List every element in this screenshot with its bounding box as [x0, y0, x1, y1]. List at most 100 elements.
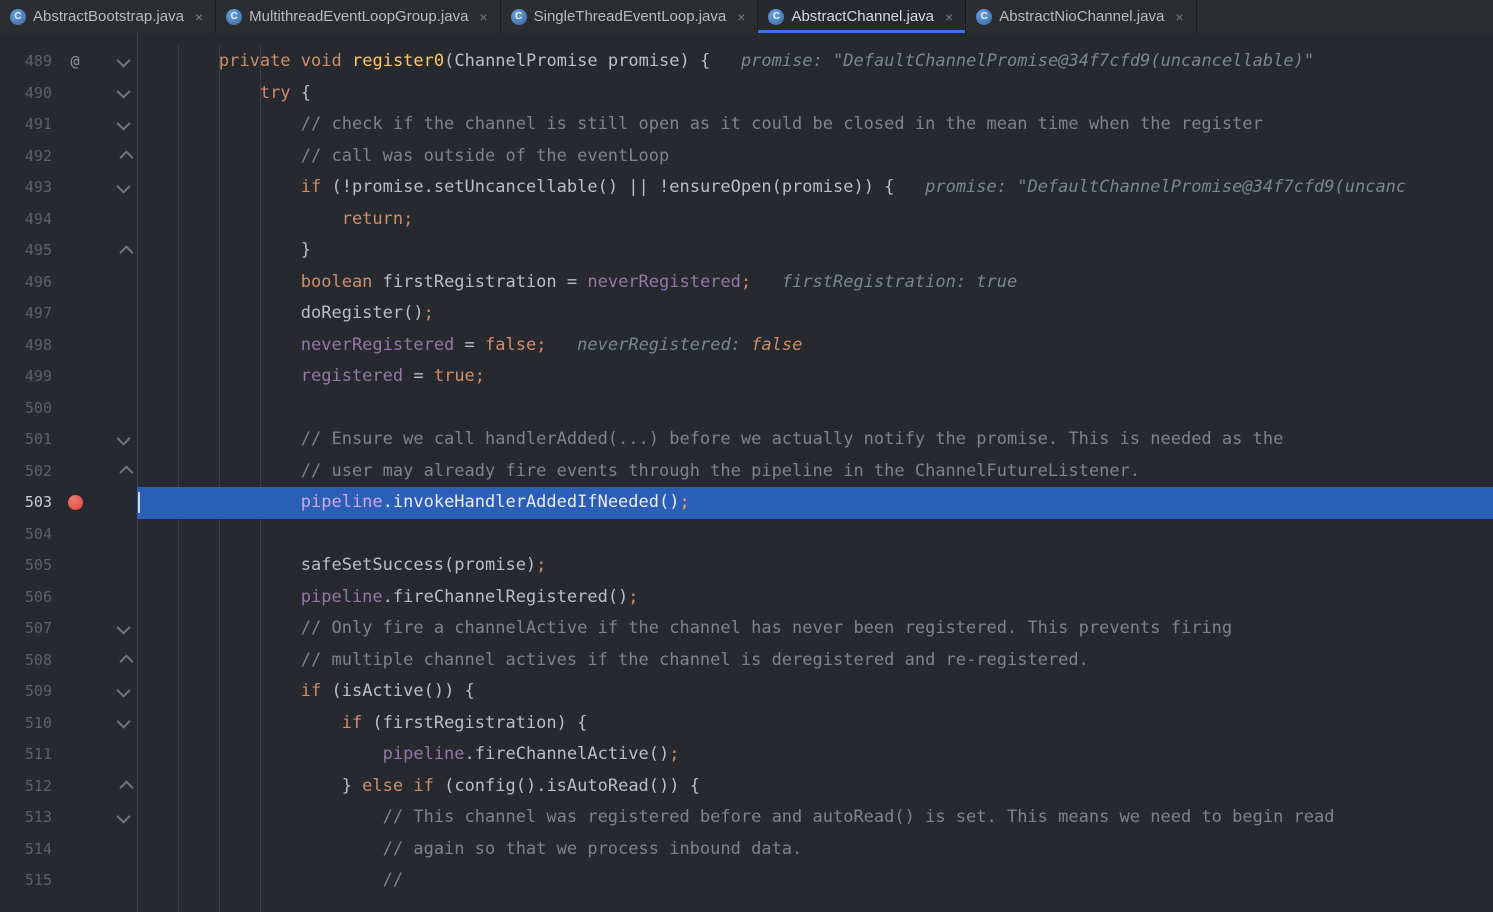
fold-down-icon[interactable]	[117, 179, 131, 193]
line-number[interactable]: 506	[0, 582, 52, 614]
fold-slot	[120, 246, 130, 256]
fold-slot	[120, 183, 130, 193]
fold-slot	[120, 624, 130, 634]
line-number[interactable]: 510	[0, 708, 52, 740]
fold-down-icon[interactable]	[117, 683, 131, 697]
code-text[interactable]: boolean firstRegistration = neverRegiste…	[137, 267, 1493, 299]
tab-close-icon[interactable]: ×	[1175, 9, 1183, 25]
gutter: 489 @	[0, 46, 137, 78]
code-line: 513 // This channel was registered befor…	[0, 802, 1493, 834]
code-text[interactable]: // call was outside of the eventLoop	[137, 141, 1493, 173]
fold-up-icon[interactable]	[119, 245, 133, 259]
fold-down-icon[interactable]	[117, 431, 131, 445]
code-text[interactable]: // Only fire a channelActive if the chan…	[137, 613, 1493, 645]
tab-close-icon[interactable]: ×	[479, 9, 487, 25]
fold-up-icon[interactable]	[119, 781, 133, 795]
gutter: 507	[0, 613, 137, 645]
gutter: 497	[0, 298, 137, 330]
line-number[interactable]: 501	[0, 424, 52, 456]
code-text[interactable]: }	[137, 235, 1493, 267]
code-text[interactable]: // check if the channel is still open as…	[137, 109, 1493, 141]
gutter: 506	[0, 582, 137, 614]
code-text[interactable]: private void register0(ChannelPromise pr…	[137, 46, 1493, 78]
fold-slot	[120, 813, 130, 823]
tab-close-icon[interactable]: ×	[945, 9, 953, 25]
line-number[interactable]: 492	[0, 141, 52, 173]
line-number[interactable]: 502	[0, 456, 52, 488]
fold-down-icon[interactable]	[117, 620, 131, 634]
code-text[interactable]: neverRegistered = false;neverRegistered:…	[137, 330, 1493, 362]
fold-down-icon[interactable]	[117, 715, 131, 729]
line-number[interactable]: 499	[0, 361, 52, 393]
fold-down-icon[interactable]	[117, 85, 131, 99]
code-text[interactable]: doRegister();	[137, 298, 1493, 330]
code-text[interactable]	[137, 519, 1493, 551]
fold-up-icon[interactable]	[119, 466, 133, 480]
editor-tab[interactable]: C AbstractNioChannel.java ×	[966, 0, 1196, 33]
line-number[interactable]: 507	[0, 613, 52, 645]
line-number[interactable]: 500	[0, 393, 52, 425]
gutter: 504	[0, 519, 137, 551]
gutter: 492	[0, 141, 137, 173]
fold-up-icon[interactable]	[119, 655, 133, 669]
breakpoint-icon[interactable]	[68, 495, 83, 510]
editor-tab[interactable]: C AbstractChannel.java ×	[758, 0, 966, 33]
code-text[interactable]: //	[137, 865, 1493, 897]
code-text[interactable]: try {	[137, 78, 1493, 110]
code-text[interactable]: registered = true;	[137, 361, 1493, 393]
fold-up-icon[interactable]	[119, 151, 133, 165]
line-number[interactable]: 496	[0, 267, 52, 299]
tab-label: AbstractNioChannel.java	[999, 8, 1164, 25]
code-line: 493 if (!promise.setUncancellable() || !…	[0, 172, 1493, 204]
code-text[interactable]: if (!promise.setUncancellable() || !ensu…	[137, 172, 1493, 204]
line-number[interactable]: 490	[0, 78, 52, 110]
line-number[interactable]: 515	[0, 865, 52, 897]
code-text[interactable]: pipeline.fireChannelActive();	[137, 739, 1493, 771]
code-text[interactable]: // Ensure we call handlerAdded(...) befo…	[137, 424, 1493, 456]
code-text[interactable]: safeSetSuccess(promise);	[137, 550, 1493, 582]
code-line: 511 pipeline.fireChannelActive();	[0, 739, 1493, 771]
line-number[interactable]: 513	[0, 802, 52, 834]
line-number[interactable]: 503	[0, 487, 52, 519]
editor[interactable]: 489 @ private void register0(ChannelProm…	[0, 33, 1493, 912]
editor-tab[interactable]: C AbstractBootstrap.java ×	[0, 0, 216, 33]
code-text[interactable]: if (firstRegistration) {	[137, 708, 1493, 740]
gutter: 514	[0, 834, 137, 866]
line-number[interactable]: 511	[0, 739, 52, 771]
line-number[interactable]: 494	[0, 204, 52, 236]
gutter: 511	[0, 739, 137, 771]
gutter: 502	[0, 456, 137, 488]
code-text[interactable]	[137, 393, 1493, 425]
code-text[interactable]: pipeline.fireChannelRegistered();	[137, 582, 1493, 614]
code-text[interactable]: if (isActive()) {	[137, 676, 1493, 708]
line-number[interactable]: 509	[0, 676, 52, 708]
code-text[interactable]: // multiple channel actives if the chann…	[137, 645, 1493, 677]
line-number[interactable]: 491	[0, 109, 52, 141]
line-number[interactable]: 505	[0, 550, 52, 582]
code-text[interactable]: // again so that we process inbound data…	[137, 834, 1493, 866]
line-number[interactable]: 489	[0, 46, 52, 78]
tab-close-icon[interactable]: ×	[737, 9, 745, 25]
tab-close-icon[interactable]: ×	[195, 9, 203, 25]
line-number[interactable]: 504	[0, 519, 52, 551]
fold-down-icon[interactable]	[117, 116, 131, 130]
code-text[interactable]: } else if (config().isAutoRead()) {	[137, 771, 1493, 803]
code-text[interactable]: pipeline.invokeHandlerAddedIfNeeded();	[137, 487, 1493, 519]
line-number[interactable]: 498	[0, 330, 52, 362]
editor-tab[interactable]: C SingleThreadEventLoop.java ×	[501, 0, 759, 33]
line-number[interactable]: 495	[0, 235, 52, 267]
line-number[interactable]: 493	[0, 172, 52, 204]
code-line: 503 pipeline.invokeHandlerAddedIfNeeded(…	[0, 487, 1493, 519]
line-number[interactable]: 508	[0, 645, 52, 677]
code-text[interactable]: // user may already fire events through …	[137, 456, 1493, 488]
line-number[interactable]: 497	[0, 298, 52, 330]
fold-slot	[120, 88, 130, 98]
code-line: 509 if (isActive()) {	[0, 676, 1493, 708]
fold-down-icon[interactable]	[117, 53, 131, 67]
editor-tab[interactable]: C MultithreadEventLoopGroup.java ×	[216, 0, 501, 33]
fold-down-icon[interactable]	[117, 809, 131, 823]
code-text[interactable]: return;	[137, 204, 1493, 236]
line-number[interactable]: 514	[0, 834, 52, 866]
code-text[interactable]: // This channel was registered before an…	[137, 802, 1493, 834]
line-number[interactable]: 512	[0, 771, 52, 803]
